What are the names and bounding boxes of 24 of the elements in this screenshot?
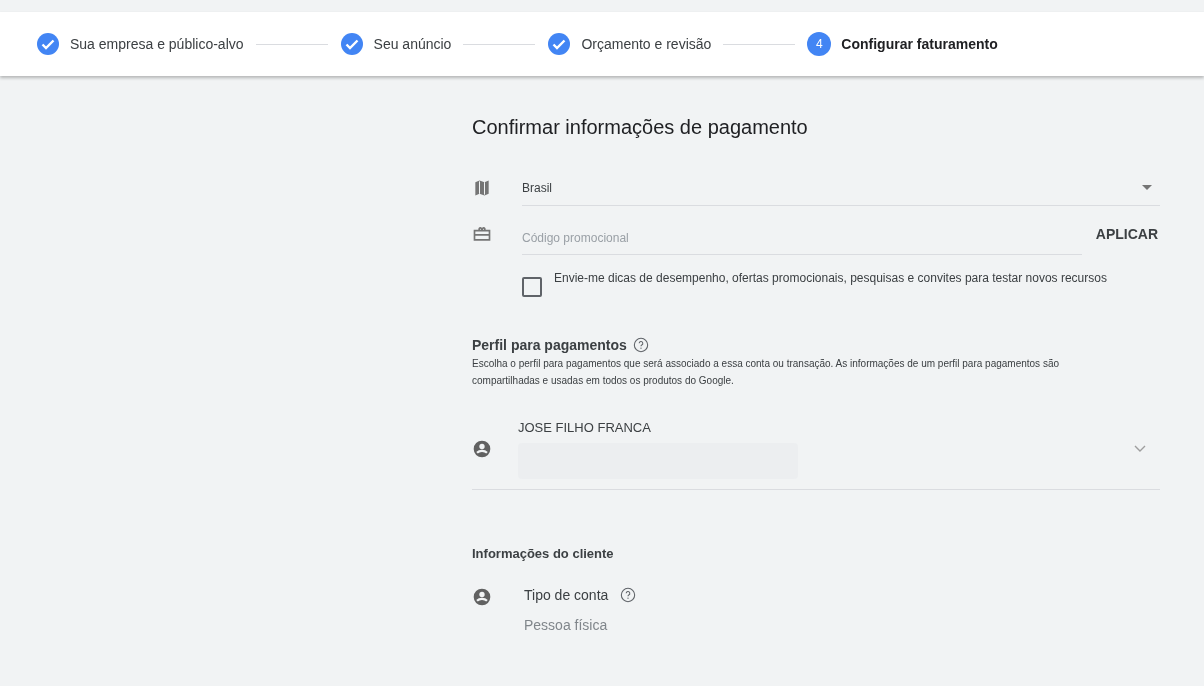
account-icon — [472, 587, 492, 607]
step-label[interactable]: Seu anúncio — [373, 36, 452, 52]
field-label: Tipo de conta — [524, 587, 609, 603]
checkbox[interactable] — [522, 277, 542, 297]
gift-card-icon — [472, 224, 492, 244]
help-icon[interactable] — [620, 587, 637, 603]
step-label[interactable]: Orçamento e revisão — [581, 36, 712, 52]
section-heading: Informações do cliente — [472, 546, 615, 561]
step-label[interactable]: Sua empresa e público-alvo — [70, 36, 244, 52]
step-number: 4 — [807, 32, 832, 56]
field-value: Pessoa física — [524, 617, 609, 633]
section-title: Confirmar informações de pagamento — [472, 116, 809, 139]
country-select[interactable]: Brasil — [522, 170, 1160, 206]
apply-button[interactable]: APLICAR — [1093, 220, 1160, 248]
description-text: Escolha o perfil para pagamentos que será associado a essa conta ou transação. As informações de um perfil para pagamentos são compartilhadas e usadas em todos os produtos do Google. — [472, 357, 1061, 388]
help-icon[interactable] — [632, 337, 649, 353]
account-icon — [472, 439, 492, 459]
promo-code-field[interactable]: Código promocional — [522, 221, 1082, 255]
dropdown-arrow-icon — [1142, 185, 1152, 190]
chevron-down-icon — [1134, 445, 1146, 453]
section-heading: Perfil para pagamentos — [472, 337, 627, 353]
step-label[interactable]: Configurar faturamento — [841, 36, 998, 52]
map-icon — [472, 178, 492, 198]
checkbox-label: Envie-me dicas de desempenho, ofertas promocionais, pesquisas e convites para testar novos recursos — [554, 271, 1108, 285]
